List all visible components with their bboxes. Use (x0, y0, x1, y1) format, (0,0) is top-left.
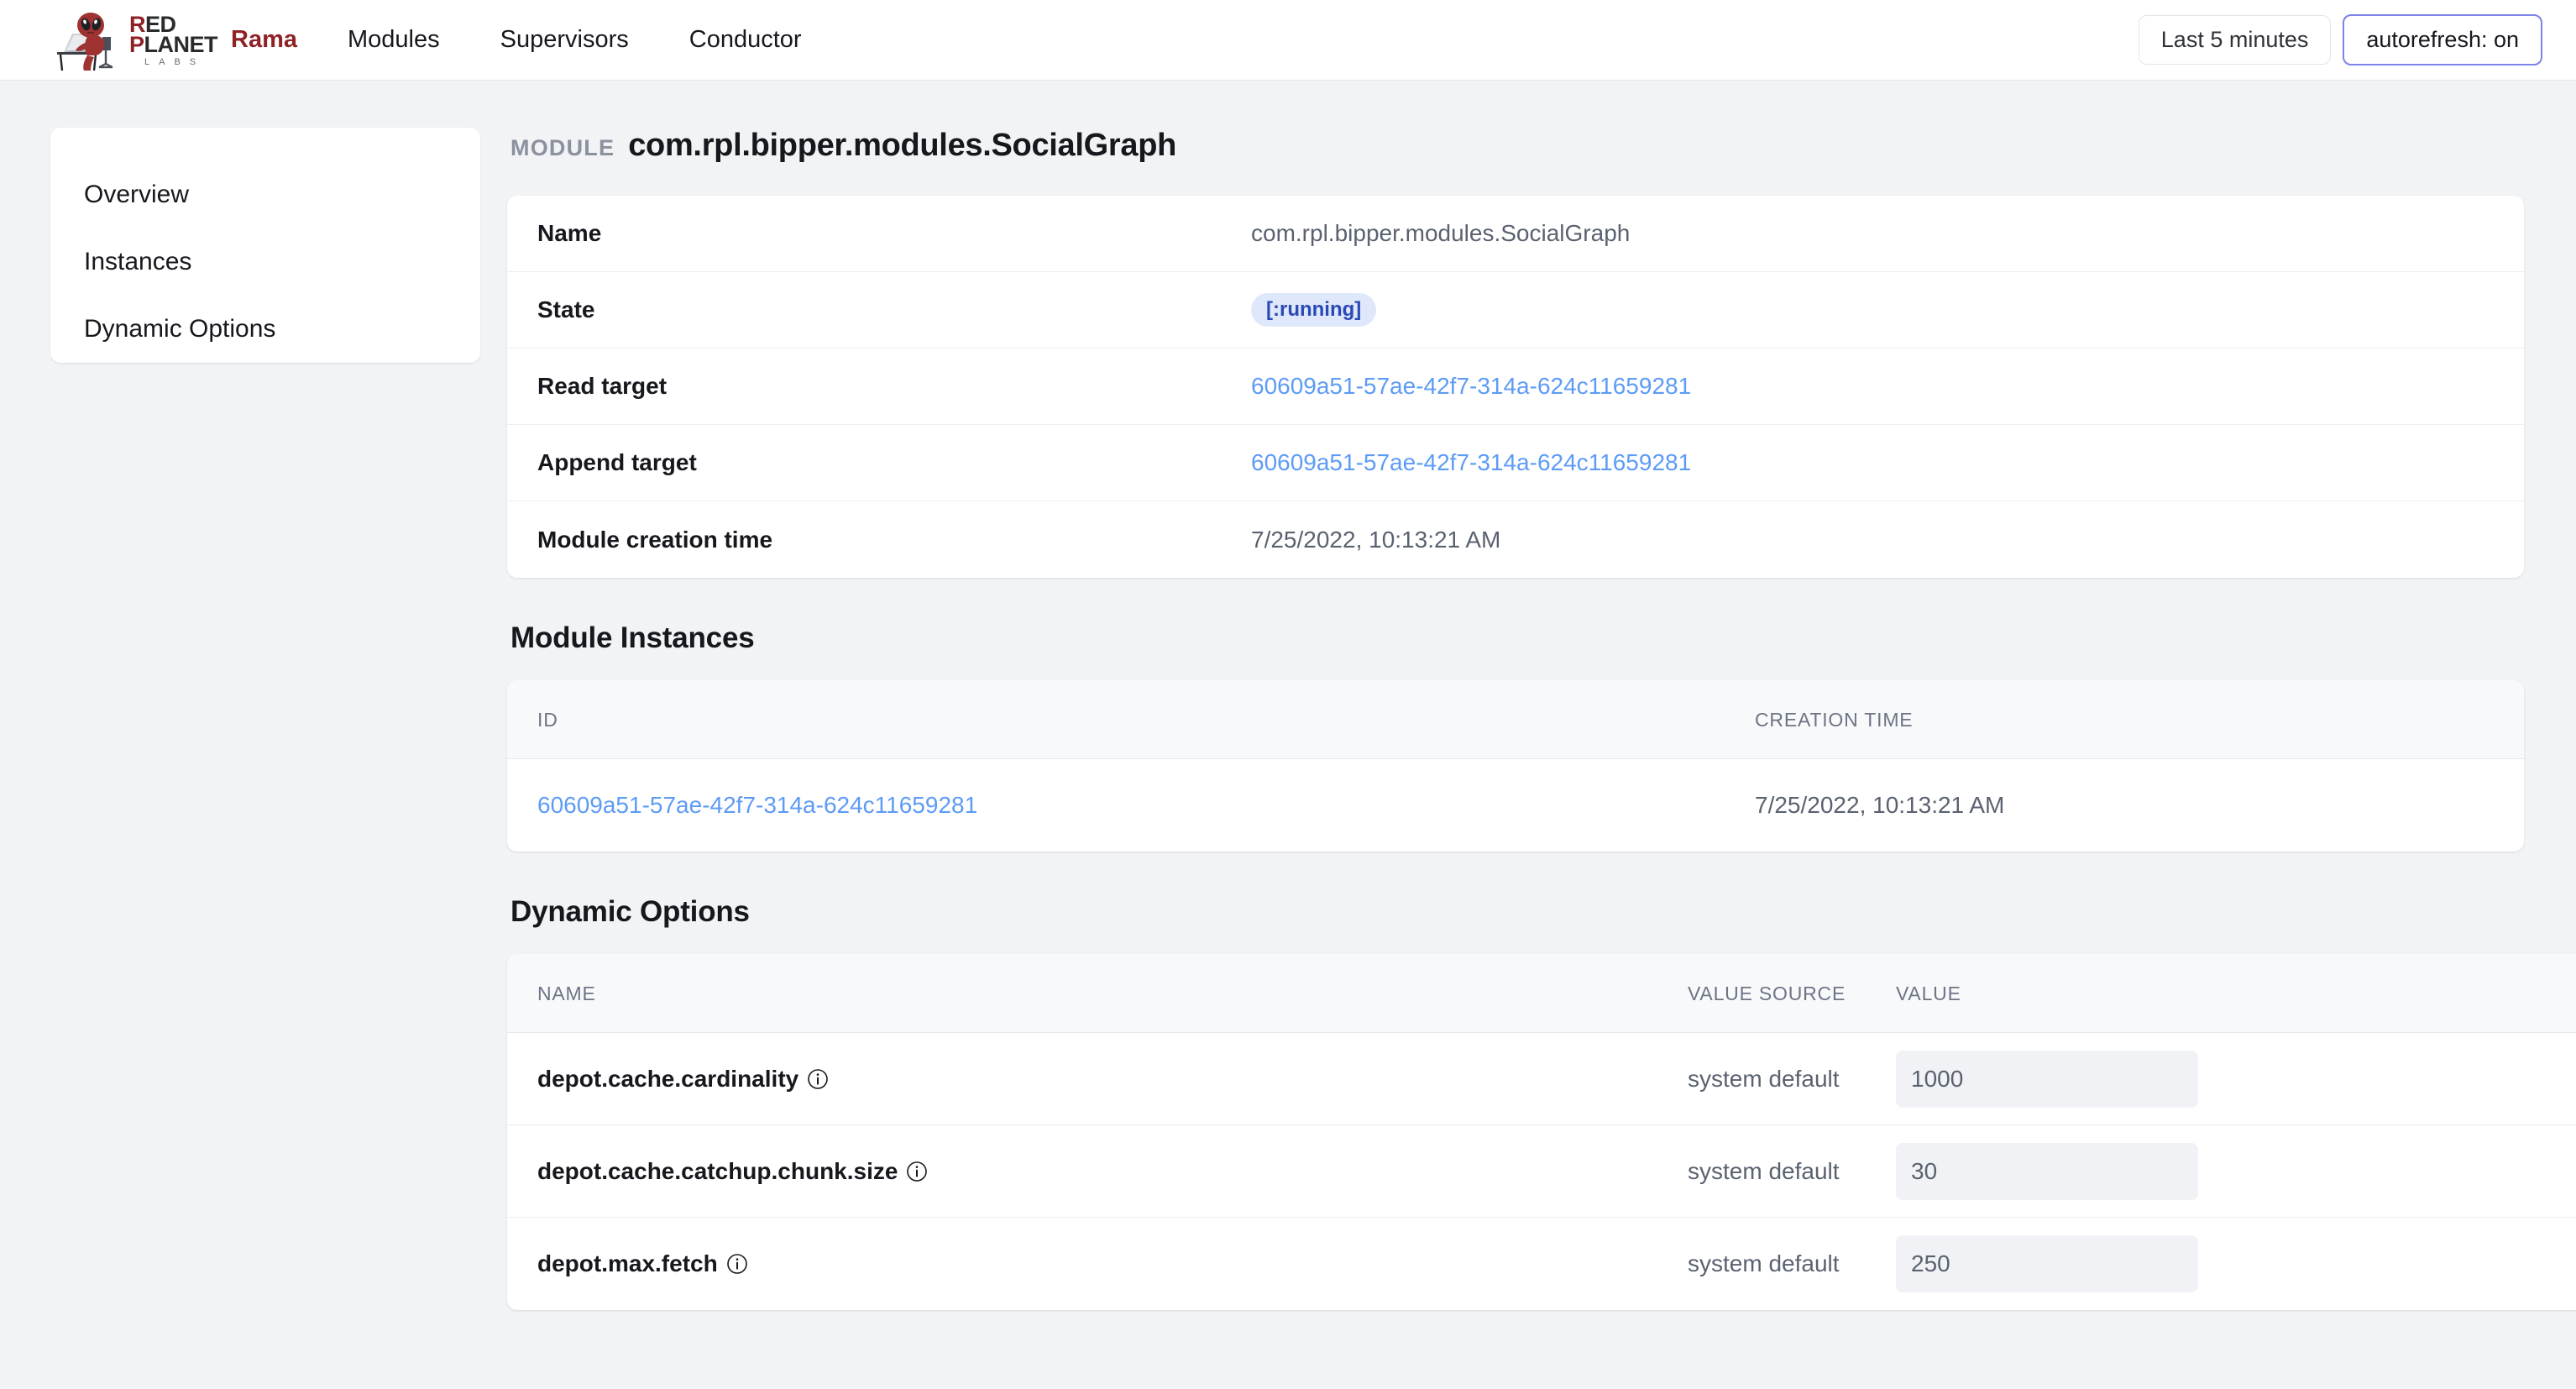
page-title-text: com.rpl.bipper.modules.SocialGraph (628, 128, 1177, 163)
overview-row-state: State [:running] (507, 272, 2524, 349)
nav-link-conductor[interactable]: Conductor (689, 26, 802, 54)
overview-label-read-target: Read target (537, 373, 668, 399)
time-range-button[interactable]: Last 5 minutes (2138, 15, 2332, 65)
column-header-id: ID (537, 709, 558, 731)
autorefresh-toggle[interactable]: autorefresh: on (2343, 14, 2542, 66)
column-header-creation-time: CREATION TIME (1755, 709, 1914, 731)
overview-value-state: [:running] (1251, 292, 1377, 328)
option-name-cell: depot.cache.cardinality (537, 1066, 1688, 1093)
table-row: depot.cache.catchup.chunk.size system de… (507, 1125, 2576, 1219)
brand-wordmark-line1: RED (129, 11, 176, 37)
column-header-name: NAME (537, 983, 596, 1005)
option-name-text: depot.max.fetch (537, 1250, 718, 1277)
option-value-input[interactable] (1896, 1050, 2198, 1108)
overview-value-creation-time: 7/25/2022, 10:13:21 AM (1251, 526, 1501, 553)
option-name-text: depot.cache.cardinality (537, 1065, 799, 1092)
dynamic-options-table-header: NAME VALUE SOURCE VALUE (507, 954, 2576, 1034)
column-header-value-source: VALUE SOURCE (1688, 983, 1846, 1005)
table-row: depot.max.fetch system default (507, 1218, 2576, 1310)
option-name-cell: depot.max.fetch (537, 1250, 1688, 1277)
option-value-source: system default (1688, 1250, 1840, 1277)
module-overview-card: Name com.rpl.bipper.modules.SocialGraph … (507, 196, 2524, 578)
overview-row-read-target: Read target 60609a51-57ae-42f7-314a-624c… (507, 349, 2524, 425)
column-header-value: VALUE (1896, 983, 1961, 1005)
sidebar-item-overview[interactable]: Overview (50, 161, 480, 228)
overview-row-append-target: Append target 60609a51-57ae-42f7-314a-62… (507, 425, 2524, 501)
nav-link-supervisors[interactable]: Supervisors (500, 26, 629, 54)
overview-label-state: State (537, 296, 595, 322)
option-value-cell (1896, 1142, 2576, 1200)
overview-value-name: com.rpl.bipper.modules.SocialGraph (1251, 220, 1631, 246)
info-icon[interactable] (906, 1161, 928, 1182)
instance-id-link[interactable]: 60609a51-57ae-42f7-314a-624c11659281 (537, 792, 1755, 819)
table-row: 60609a51-57ae-42f7-314a-624c11659281 7/2… (507, 759, 2524, 852)
option-name-text: depot.cache.catchup.chunk.size (537, 1157, 898, 1184)
primary-nav-links: Modules Supervisors Conductor (348, 26, 802, 54)
overview-row-creation-time: Module creation time 7/25/2022, 10:13:21… (507, 501, 2524, 578)
dynamic-options-table: NAME VALUE SOURCE VALUE depot.cache.card… (507, 954, 2576, 1311)
brand-wordmark-line2: PLANET (129, 31, 218, 57)
overview-label-creation-time: Module creation time (537, 526, 773, 553)
sidebar-nav: Overview Instances Dynamic Options (50, 128, 480, 363)
page-title: MODULE com.rpl.bipper.modules.SocialGrap… (507, 128, 2576, 164)
overview-row-name: Name com.rpl.bipper.modules.SocialGraph (507, 196, 2524, 272)
option-value-cell (1896, 1235, 2576, 1293)
nav-link-modules[interactable]: Modules (348, 26, 440, 54)
option-value-source: system default (1688, 1157, 1840, 1184)
red-planet-alien-logo-icon (57, 12, 113, 71)
module-instances-table-header: ID CREATION TIME (507, 680, 2524, 760)
product-name: Rama (231, 26, 298, 53)
info-icon[interactable] (726, 1253, 748, 1275)
option-name-cell: depot.cache.catchup.chunk.size (537, 1158, 1688, 1185)
brand-wordmark-sub: LABS (144, 56, 206, 67)
dynamic-options-heading: Dynamic Options (510, 895, 750, 929)
module-instances-heading: Module Instances (510, 621, 755, 654)
nav-controls: Last 5 minutes autorefresh: on (2138, 14, 2542, 66)
sidebar-item-dynamic-options[interactable]: Dynamic Options (50, 296, 480, 363)
option-value-input[interactable] (1896, 1142, 2198, 1200)
page-body: Overview Instances Dynamic Options MODUL… (0, 81, 2576, 1389)
option-value-input[interactable] (1896, 1235, 2198, 1293)
brand-wordmark: RED PLANET LABS (129, 11, 218, 67)
info-icon[interactable] (807, 1068, 829, 1090)
module-instances-table: ID CREATION TIME 60609a51-57ae-42f7-314a… (507, 680, 2524, 852)
overview-label-append-target: Append target (537, 449, 697, 475)
sidebar-item-instances[interactable]: Instances (50, 228, 480, 296)
overview-value-read-target-link[interactable]: 60609a51-57ae-42f7-314a-624c11659281 (1251, 373, 1691, 400)
option-value-source: system default (1688, 1065, 1840, 1092)
overview-label-name: Name (537, 220, 602, 246)
instance-creation-time: 7/25/2022, 10:13:21 AM (1755, 792, 2005, 819)
overview-value-append-target-link[interactable]: 60609a51-57ae-42f7-314a-624c11659281 (1251, 449, 1691, 476)
page-title-kicker: MODULE (510, 135, 615, 160)
status-badge: [:running] (1251, 292, 1377, 328)
top-navigation-bar: RED PLANET LABS Rama Modules Supervisors… (0, 0, 2576, 81)
brand-logo[interactable]: RED PLANET LABS Rama (50, 8, 297, 72)
option-value-cell (1896, 1050, 2576, 1108)
main-content: MODULE com.rpl.bipper.modules.SocialGrap… (480, 128, 2576, 1389)
table-row: depot.cache.cardinality system default (507, 1033, 2576, 1126)
